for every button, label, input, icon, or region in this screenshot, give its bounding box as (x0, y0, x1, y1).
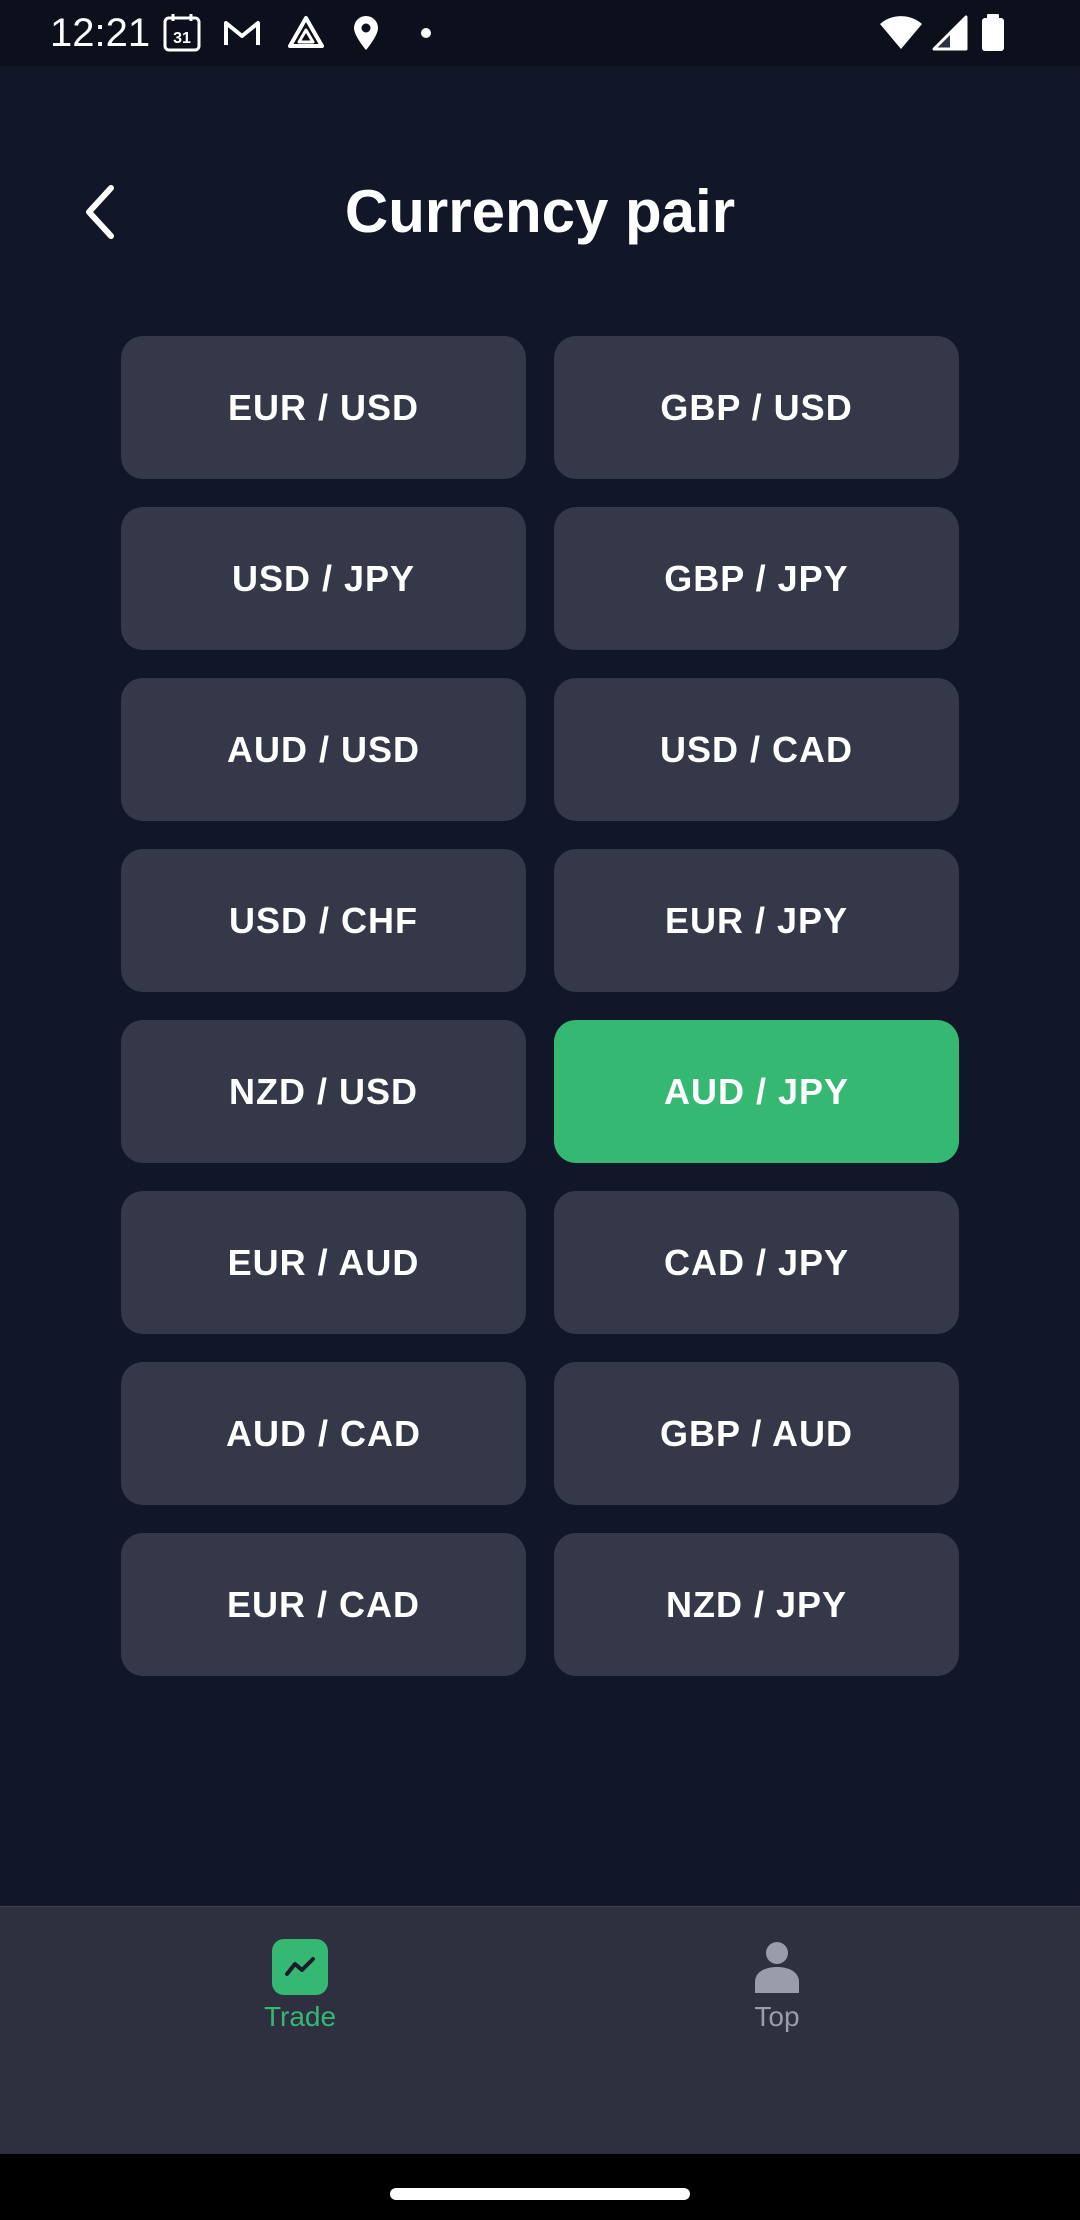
person-icon (749, 1939, 805, 1995)
pair-button-nzd-jpy[interactable]: NZD / JPY (554, 1533, 959, 1676)
pair-button-usd-jpy[interactable]: USD / JPY (121, 507, 526, 650)
pair-label: EUR / AUD (227, 1241, 420, 1283)
pair-label: USD / CHF (229, 899, 418, 941)
pair-label: GBP / JPY (664, 557, 849, 599)
pair-label: EUR / CAD (226, 1583, 420, 1625)
pair-button-usd-cad[interactable]: USD / CAD (554, 678, 959, 821)
nav-label-top: Top (754, 2001, 800, 2032)
pair-button-gbp-jpy[interactable]: GBP / JPY (554, 507, 959, 650)
pair-label: AUD / CAD (226, 1412, 421, 1454)
pair-label: AUD / JPY (663, 1070, 850, 1112)
pair-label: GBP / USD (660, 386, 853, 428)
gesture-handle[interactable] (390, 2188, 690, 2200)
bottom-nav: Trade Top (0, 1906, 1080, 2155)
pair-label: AUD / USD (226, 728, 420, 770)
battery-icon (978, 13, 1008, 53)
pair-label: USD / JPY (231, 557, 416, 599)
pair-label: GBP / AUD (659, 1412, 854, 1454)
trend-chart-icon (272, 1939, 328, 1995)
pair-button-eur-cad[interactable]: EUR / CAD (121, 1533, 526, 1676)
pair-button-cad-jpy[interactable]: CAD / JPY (554, 1191, 959, 1334)
drive-icon (286, 13, 326, 53)
nav-item-top[interactable]: Top (677, 1939, 877, 2035)
pair-button-aud-cad[interactable]: AUD / CAD (121, 1362, 526, 1505)
status-bar: 12:21 31 (0, 0, 1080, 66)
dot-icon (410, 13, 450, 53)
gesture-bar-area (0, 2154, 1080, 2220)
back-button[interactable] (60, 172, 140, 252)
pair-button-eur-jpy[interactable]: EUR / JPY (554, 849, 959, 992)
nav-label-trade: Trade (263, 2001, 337, 2032)
currency-pair-grid: EUR / USD GBP / USD USD / JPY GBP / JPY AUD … (121, 336, 959, 1676)
pair-label: NZD / USD (229, 1070, 418, 1112)
pair-button-usd-chf[interactable]: USD / CHF (121, 849, 526, 992)
location-icon (346, 13, 386, 53)
pair-button-eur-usd[interactable]: EUR / USD (121, 336, 526, 479)
nav-item-trade[interactable]: Trade (200, 1939, 400, 2035)
calendar-day: 31 (173, 30, 191, 47)
pair-label: EUR / USD (227, 386, 420, 428)
chevron-left-icon (86, 185, 114, 239)
pair-button-aud-jpy[interactable]: AUD / JPY (554, 1020, 959, 1163)
pair-button-eur-aud[interactable]: EUR / AUD (121, 1191, 526, 1334)
calendar-icon: 31 (162, 13, 202, 53)
pair-button-aud-usd[interactable]: AUD / USD (121, 678, 526, 821)
status-time: 12:21 (50, 11, 151, 55)
screen: 12:21 31 Currency pair EUR / USD GBP / U… (0, 0, 1080, 2220)
signal-icon (930, 13, 970, 53)
gmail-icon (222, 13, 262, 53)
wifi-icon (878, 13, 924, 53)
pair-button-gbp-usd[interactable]: GBP / USD (554, 336, 959, 479)
pair-label: CAD / JPY (663, 1241, 850, 1283)
pair-label: NZD / JPY (665, 1583, 848, 1625)
pair-label: EUR / JPY (664, 899, 849, 941)
pair-button-gbp-aud[interactable]: GBP / AUD (554, 1362, 959, 1505)
page-title: Currency pair (344, 178, 736, 245)
pair-button-nzd-usd[interactable]: NZD / USD (121, 1020, 526, 1163)
pair-label: USD / CAD (659, 728, 853, 770)
